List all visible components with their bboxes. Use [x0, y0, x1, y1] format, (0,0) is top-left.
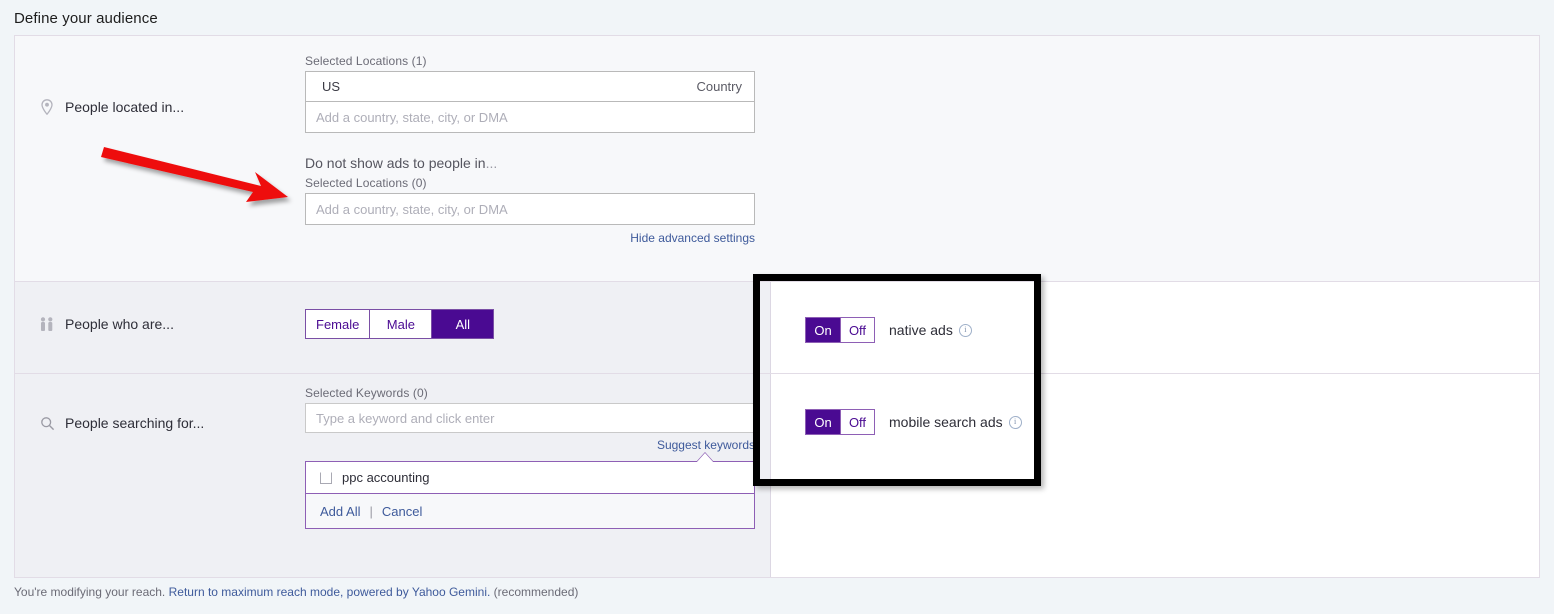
section-people-searching-for: People searching for... Selected Keyword…: [15, 373, 1539, 577]
section-people-who-are: People who are... Female Male All: [15, 281, 1539, 373]
native-ads-label-wrap: native ads i: [889, 322, 972, 338]
exclude-heading-ellipsis: ...: [485, 155, 498, 171]
gender-form-column: Female Male All: [305, 309, 495, 339]
page-title: Define your audience: [14, 10, 158, 27]
native-ads-off-option[interactable]: Off: [840, 318, 874, 342]
return-to-max-reach-link[interactable]: Return to maximum reach mode, powered by…: [169, 585, 491, 599]
footer-prefix: You're modifying your reach.: [14, 585, 166, 599]
selected-location-row[interactable]: US Country: [306, 72, 754, 102]
gender-option-female[interactable]: Female: [306, 310, 369, 338]
row-label-text: People searching for...: [65, 415, 205, 431]
row-label-text: People who are...: [65, 316, 174, 332]
info-icon[interactable]: i: [958, 323, 972, 337]
footer-status: You're modifying your reach. Return to m…: [14, 585, 578, 599]
people-icon: [39, 315, 55, 333]
cancel-button[interactable]: Cancel: [382, 504, 422, 519]
section-people-located-in: People located in... Selected Locations …: [15, 36, 1539, 281]
footer-suffix: (recommended): [493, 585, 579, 599]
audience-card: People located in... Selected Locations …: [14, 35, 1540, 578]
mobile-search-ads-label: mobile search ads: [889, 414, 1003, 430]
add-all-button[interactable]: Add All: [320, 504, 360, 519]
keyword-input[interactable]: Type a keyword and click enter: [305, 403, 755, 433]
exclude-locations-box: Add a country, state, city, or DMA: [305, 193, 755, 225]
list-item[interactable]: ppc accounting: [306, 462, 754, 494]
exclude-locations-caption: Selected Locations (0): [305, 176, 427, 190]
selected-locations-box: US Country Add a country, state, city, o…: [305, 71, 755, 133]
exclude-locations-heading-text: Do not show ads to people in: [305, 155, 486, 171]
gender-segmented-control[interactable]: Female Male All: [305, 309, 495, 339]
map-pin-icon: [39, 98, 55, 116]
row-label-people-who-are: People who are...: [39, 315, 174, 333]
gender-option-all[interactable]: All: [431, 310, 494, 338]
mobile-search-ads-onoff[interactable]: On Off: [805, 409, 875, 435]
info-icon[interactable]: i: [1008, 415, 1022, 429]
native-ads-toggle-row: On Off native ads i: [805, 317, 972, 343]
actions-separator: |: [369, 503, 373, 519]
row-label-located-in: People located in...: [39, 98, 184, 116]
search-icon: [39, 414, 55, 432]
exclude-location-input[interactable]: Add a country, state, city, or DMA: [306, 194, 754, 224]
mobile-search-ads-off-option[interactable]: Off: [840, 410, 874, 434]
selected-location-kind: Country: [696, 79, 742, 94]
suggestion-label: ppc accounting: [342, 470, 430, 485]
selected-locations-caption: Selected Locations (1): [305, 54, 427, 68]
mobile-search-ads-on-option[interactable]: On: [806, 410, 840, 434]
mobile-search-ads-toggle-row: On Off mobile search ads i: [805, 409, 1022, 435]
gender-option-male[interactable]: Male: [369, 310, 431, 338]
selected-keywords-caption: Selected Keywords (0): [305, 386, 428, 400]
selected-location-name: US: [322, 79, 341, 94]
mobile-search-ads-label-wrap: mobile search ads i: [889, 414, 1022, 430]
hide-advanced-settings-link[interactable]: Hide advanced settings: [630, 231, 755, 245]
keyword-suggestions-panel: ppc accounting Add All | Cancel: [305, 452, 755, 529]
location-form-column: Selected Locations (1) US Country Add a …: [305, 54, 755, 247]
suggest-keywords-link[interactable]: Suggest keywords: [305, 438, 755, 452]
native-ads-label: native ads: [889, 322, 953, 338]
keywords-right-column: [770, 374, 1539, 577]
suggestion-actions: Add All | Cancel: [306, 494, 754, 528]
advanced-settings-link-wrap: Hide advanced settings: [305, 229, 755, 247]
checkbox-icon[interactable]: [320, 471, 332, 484]
suggest-keywords-wrap: Suggest keywords ppc accounting Add All …: [305, 438, 755, 529]
location-input[interactable]: Add a country, state, city, or DMA: [306, 102, 754, 132]
native-ads-on-option[interactable]: On: [806, 318, 840, 342]
exclude-locations-heading: Do not show ads to people in...: [305, 155, 755, 171]
keywords-form-column: Selected Keywords (0) Type a keyword and…: [305, 386, 755, 529]
row-label-text: People located in...: [65, 99, 185, 115]
native-ads-onoff[interactable]: On Off: [805, 317, 875, 343]
location-right-column: [770, 36, 1539, 281]
row-label-people-searching-for: People searching for...: [39, 414, 204, 432]
